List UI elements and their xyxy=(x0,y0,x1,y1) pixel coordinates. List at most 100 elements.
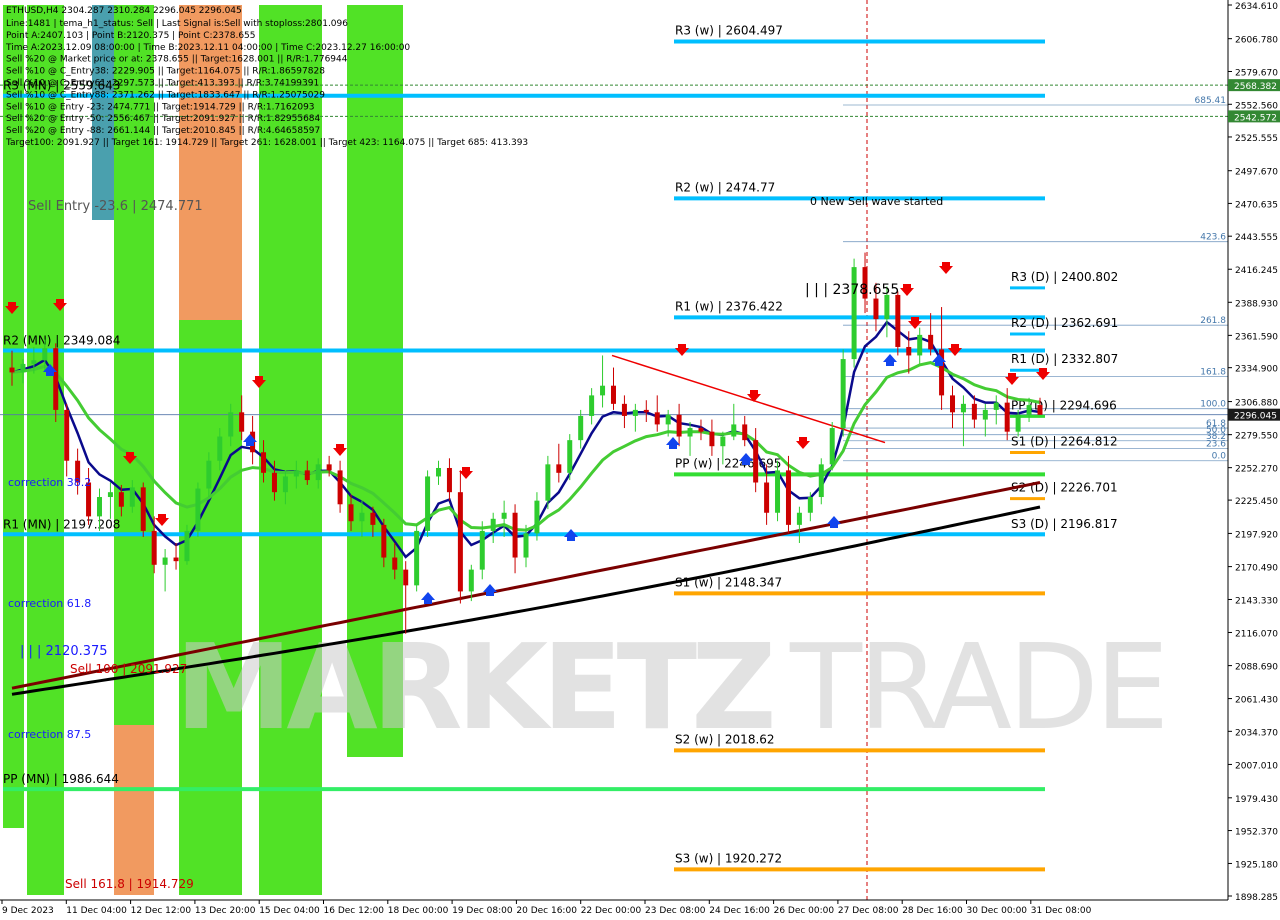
time-tick-label: 19 Dec 08:00 xyxy=(452,906,513,916)
candle-body xyxy=(1015,414,1021,432)
candle-body xyxy=(1037,405,1043,415)
price-tick-label: 2225.450 xyxy=(1235,497,1278,507)
candle-body xyxy=(490,518,496,531)
candle-body xyxy=(523,533,529,558)
candle-body xyxy=(140,487,146,531)
candle-body xyxy=(928,334,934,350)
info-line: Sell %20 @ Market price or at: 2378.655 … xyxy=(6,55,348,65)
candle-body xyxy=(884,294,890,320)
candle-body xyxy=(9,367,15,373)
annotation-label: correction 61.8 xyxy=(8,597,91,610)
annotation-label: 0 New Sell wave started xyxy=(810,195,943,208)
candle-body xyxy=(993,402,999,410)
monthly-pivot-label: R1 (MN) | 2197.208 xyxy=(3,517,120,531)
candle-body xyxy=(512,512,518,558)
candle-body xyxy=(556,464,562,473)
candle-body xyxy=(20,363,26,373)
time-tick-label: 28 Dec 16:00 xyxy=(902,906,963,916)
price-tick-label: 2116.070 xyxy=(1235,629,1278,639)
candle-body xyxy=(173,557,179,562)
candle-body xyxy=(698,428,704,432)
candle-body xyxy=(731,424,737,437)
candle-body xyxy=(665,414,671,425)
candle-body xyxy=(217,436,223,461)
price-tick-label: 2334.900 xyxy=(1235,365,1278,375)
monthly-pivot-label: R2 (MN) | 2349.084 xyxy=(3,334,120,348)
candle-body xyxy=(403,569,409,586)
price-tick-label: 2552.560 xyxy=(1235,101,1278,111)
candle-body xyxy=(753,440,759,483)
price-tick-label: 2525.555 xyxy=(1235,134,1278,144)
time-tick-label: 15 Dec 04:00 xyxy=(259,906,320,916)
candle-body xyxy=(960,403,966,413)
candle-body xyxy=(261,452,267,473)
candle-body xyxy=(534,500,540,534)
candle-body xyxy=(184,530,190,562)
candle-body xyxy=(31,360,37,364)
watermark-logo: MARKETZ TRADE xyxy=(175,618,1169,756)
symbol-ohlc-line: ETHUSD,H4 2304.287 2310.284 2296.045 229… xyxy=(6,6,242,16)
candle-body xyxy=(621,403,627,416)
price-tick-label: 2034.370 xyxy=(1235,728,1278,738)
candle-body xyxy=(818,464,824,498)
candle-body xyxy=(414,530,420,586)
candle-body xyxy=(501,512,507,519)
candle-body xyxy=(742,424,748,441)
candle-body xyxy=(720,436,726,447)
candle-body xyxy=(195,488,201,531)
price-tick-label: 2606.780 xyxy=(1235,36,1278,46)
time-tick-label: 13 Dec 20:00 xyxy=(195,906,256,916)
time-tick-label: 23 Dec 08:00 xyxy=(645,906,706,916)
candle-body xyxy=(632,409,638,416)
candle-body xyxy=(118,492,124,507)
time-tick-label: 27 Dec 08:00 xyxy=(838,906,899,916)
daily-pivot-label: S2 (D) | 2226.701 xyxy=(1011,481,1118,495)
candle-body xyxy=(42,348,48,361)
price-tick-label: 1898.285 xyxy=(1235,893,1278,903)
candle-body xyxy=(392,557,398,570)
candle-body xyxy=(304,470,310,481)
time-tick-label: 11 Dec 04:00 xyxy=(66,906,127,916)
candle-body xyxy=(578,415,584,441)
candle-body xyxy=(971,403,977,420)
daily-pivot-label: R1 (D) | 2332.807 xyxy=(1011,352,1118,366)
candle-body xyxy=(709,431,715,447)
annotation-label: correction 38.2 xyxy=(8,476,91,489)
daily-pivot-label: S3 (D) | 2196.817 xyxy=(1011,517,1118,531)
candle-body xyxy=(162,557,168,565)
candle-body xyxy=(851,267,857,360)
candle-body xyxy=(676,414,682,437)
candle-body xyxy=(315,464,321,481)
weekly-pivot-label: S2 (w) | 2018.62 xyxy=(675,732,775,746)
candle-body xyxy=(917,334,923,356)
candle-body xyxy=(239,412,245,432)
weekly-pivot-label: R2 (w) | 2474.77 xyxy=(675,180,775,194)
candle-body xyxy=(53,348,59,410)
candle-body xyxy=(468,569,474,592)
candle-body xyxy=(829,428,835,465)
candle-body xyxy=(1026,405,1032,415)
candle-body xyxy=(271,472,277,493)
annotation-label: Sell Entry -23.6 | 2474.771 xyxy=(28,199,203,214)
zone-band xyxy=(114,725,154,895)
candle-body xyxy=(96,497,102,517)
annotation-label: Sell 161.8 | 1914.729 xyxy=(65,877,194,891)
fib-label: 423.6 xyxy=(1200,233,1226,243)
trading-chart[interactable]: MARKETZ TRADE 685.41 423.6 261.8 161.8 100.0… xyxy=(0,0,1280,920)
candle-body xyxy=(479,530,485,570)
info-line: Sell %10 @ Entry -23: 2474.771 || Target… xyxy=(6,102,315,112)
candle-body xyxy=(764,482,770,513)
time-tick-label: 18 Dec 00:00 xyxy=(388,906,449,916)
candle-body xyxy=(895,294,901,347)
candle-body xyxy=(228,412,234,437)
candle-body xyxy=(873,298,879,320)
candle-body xyxy=(107,492,113,498)
price-tick-label: 2061.430 xyxy=(1235,696,1278,706)
price-tag-label: 2296.045 xyxy=(1234,412,1277,422)
annotation-label: | | | 2120.375 xyxy=(20,644,108,659)
price-tick-label: 2634.610 xyxy=(1235,2,1278,12)
daily-pivot-label: R2 (D) | 2362.691 xyxy=(1011,316,1118,330)
candle-body xyxy=(64,409,70,461)
price-tick-label: 2443.555 xyxy=(1235,233,1278,243)
candle-body xyxy=(785,470,791,525)
